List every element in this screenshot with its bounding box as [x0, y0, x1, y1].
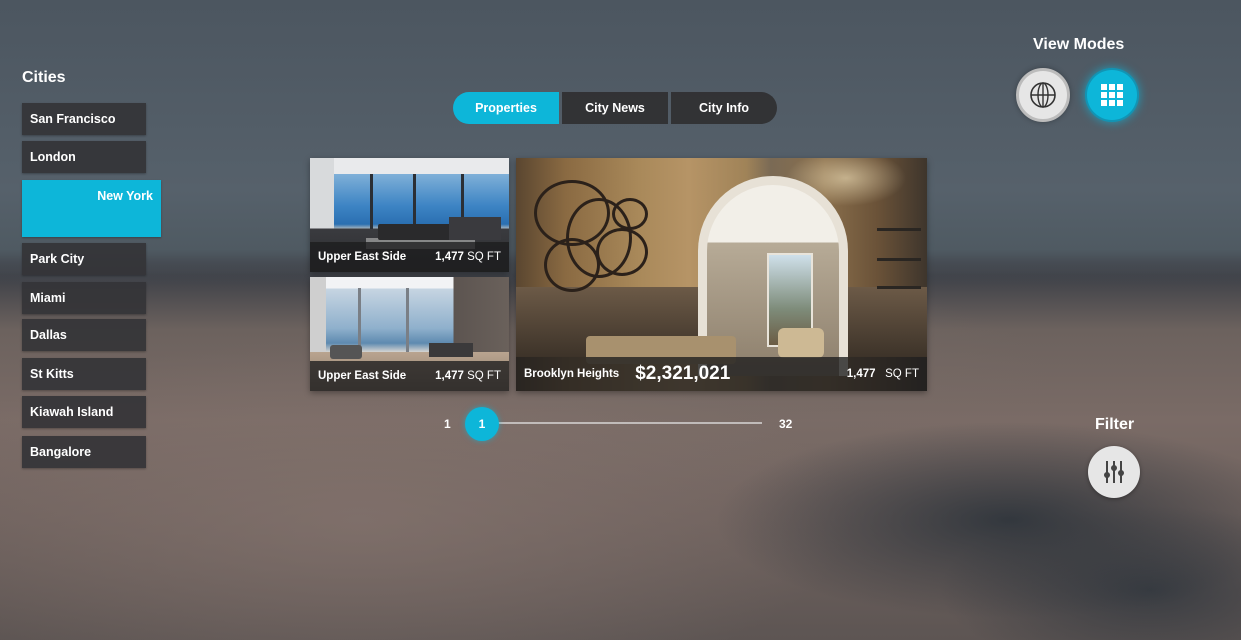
- shelf: [877, 258, 921, 261]
- globe-icon: [1030, 82, 1056, 108]
- listing-sqft: 1,477 SQ FT: [435, 251, 501, 263]
- wall-art: [612, 198, 648, 230]
- content-tabs: Properties City News City Info: [453, 92, 777, 124]
- city-item-kiawah-island[interactable]: Kiawah Island: [22, 396, 146, 428]
- listing-card[interactable]: Upper East Side 1,477 SQ FT: [310, 158, 509, 272]
- sqft-unit: SQ FT: [467, 370, 501, 382]
- grid-view-button[interactable]: [1085, 68, 1139, 122]
- window-frame: [357, 288, 361, 353]
- tab-city-news[interactable]: City News: [562, 92, 668, 124]
- view-modes-heading: View Modes: [1033, 36, 1125, 53]
- listing-card[interactable]: Upper East Side 1,477 SQ FT: [310, 277, 509, 391]
- window-frame: [405, 288, 409, 353]
- filter-button[interactable]: [1088, 446, 1140, 498]
- globe-view-button[interactable]: [1016, 68, 1070, 122]
- chair: [329, 345, 362, 360]
- wall-art: [596, 228, 648, 276]
- city-item-st-kitts[interactable]: St Kitts: [22, 358, 146, 390]
- listing-info-bar: Upper East Side 1,477 SQ FT: [310, 361, 509, 391]
- shelf: [877, 286, 921, 289]
- city-item-new-york[interactable]: New York: [22, 180, 161, 237]
- sqft-value: 1,477: [435, 370, 464, 382]
- bed: [429, 343, 474, 357]
- featured-listing-card[interactable]: Brooklyn Heights $2,321,021 1,477 SQ FT: [516, 158, 927, 391]
- sofa: [449, 217, 502, 241]
- listing-location: Upper East Side: [318, 251, 407, 263]
- listing-location: Upper East Side: [318, 370, 407, 382]
- listing-sqft: 1,477 SQ FT: [435, 370, 501, 382]
- sqft-unit: SQ FT: [467, 251, 501, 263]
- sqft-unit: SQ FT: [885, 368, 919, 380]
- cities-heading: Cities: [22, 69, 66, 86]
- wall-art: [544, 238, 600, 292]
- city-item-miami[interactable]: Miami: [22, 282, 146, 314]
- window-frame: [369, 173, 373, 229]
- listing-sqft: 1,477 SQ FT: [847, 368, 919, 380]
- city-item-san-francisco[interactable]: San Francisco: [22, 103, 146, 135]
- shelf: [877, 228, 921, 231]
- chairs: [778, 328, 824, 358]
- listing-price: $2,321,021: [635, 363, 731, 384]
- city-item-park-city[interactable]: Park City: [22, 243, 146, 275]
- sqft-value: 1,477: [846, 368, 876, 380]
- pager-track[interactable]: [496, 422, 762, 424]
- listing-info-bar: Brooklyn Heights $2,321,021 1,477 SQ FT: [516, 357, 927, 391]
- pager-thumb[interactable]: 1: [465, 407, 499, 441]
- city-item-bangalore[interactable]: Bangalore: [22, 436, 146, 468]
- sliders-icon: [1104, 461, 1124, 483]
- grid-icon: [1101, 84, 1123, 106]
- window-frame: [413, 173, 417, 229]
- tab-properties[interactable]: Properties: [453, 92, 559, 124]
- sqft-value: 1,477: [435, 251, 464, 263]
- listing-location: Brooklyn Heights: [524, 368, 620, 380]
- city-item-london[interactable]: London: [22, 141, 146, 173]
- pager-end-label: 32: [779, 417, 793, 431]
- tab-city-info[interactable]: City Info: [671, 92, 777, 124]
- listing-info-bar: Upper East Side 1,477 SQ FT: [310, 242, 509, 272]
- pager-start-label: 1: [444, 417, 451, 431]
- filter-heading: Filter: [1095, 416, 1135, 433]
- city-item-dallas[interactable]: Dallas: [22, 319, 146, 351]
